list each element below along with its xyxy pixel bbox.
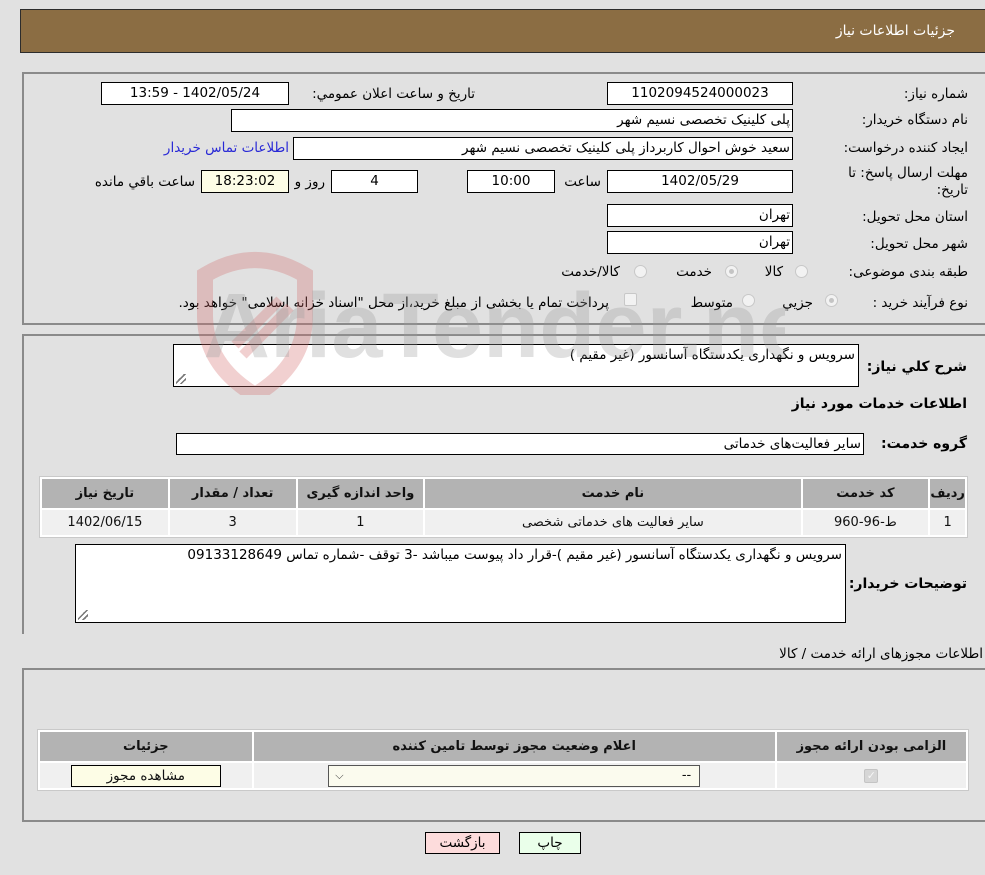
cell-service-code: ط-96-960	[802, 510, 929, 535]
col-service-code: کد خدمت	[802, 479, 929, 508]
table-row: ✓ -- ⌵ مشاهده مجوز	[40, 763, 966, 788]
permits-table: الزامی بودن ارائه مجوز اعلام وضعیت مجوز …	[37, 729, 969, 791]
permit-status-select[interactable]: -- ⌵	[328, 764, 701, 787]
cell-service-name: سایر فعالیت های خدماتی شخصی	[425, 510, 801, 535]
province-label: استان محل تحویل:	[862, 209, 968, 225]
col-permit-status: اعلام وضعیت مجوز توسط تامین کننده	[253, 732, 775, 761]
buyer-notes-label: توضیحات خریدار:	[848, 576, 967, 592]
services-table-header: ردیف کد خدمت نام خدمت واحد اندازه گیری ت…	[42, 479, 965, 508]
category-radio-service[interactable]	[725, 265, 738, 278]
description-textarea[interactable]: سرویس و نگهداری یکدستگاه آسانسور (غیر مق…	[173, 344, 859, 387]
purchase-type-label: نوع فرآیند خرید :	[872, 295, 968, 311]
days-label: روز و	[294, 174, 325, 190]
city-label: شهر محل تحویل:	[870, 236, 968, 252]
col-quantity: تعداد / مقدار	[169, 479, 296, 508]
requester-label: ایجاد کننده درخواست:	[843, 140, 968, 156]
cell-permit-details: مشاهده مجوز	[40, 763, 252, 788]
deadline-label: مهلت ارسال پاسخ: تا تاریخ:	[848, 165, 968, 198]
cell-permit-required: ✓	[776, 763, 966, 788]
buyer-org-label: نام دستگاه خریدار:	[861, 112, 968, 128]
purchase-option-minor: جزيي	[782, 295, 813, 311]
cell-need-date: 1402/06/15	[42, 510, 168, 535]
service-group-field: سایر فعالیت‌های خدماتی	[176, 433, 864, 455]
days-remaining-field: 4	[331, 170, 418, 193]
category-option-service: خدمت	[676, 264, 712, 280]
category-label: طبقه بندی موضوعی:	[848, 264, 968, 280]
remaining-time-label: ساعت باقي مانده	[94, 174, 195, 190]
deadline-date-field: 1402/05/29	[607, 170, 793, 193]
permit-status-value: --	[681, 767, 692, 783]
col-service-name: نام خدمت	[425, 479, 801, 508]
category-radio-goods[interactable]	[795, 265, 808, 278]
purchase-radio-medium[interactable]	[742, 294, 755, 307]
treasury-checkbox[interactable]	[624, 293, 637, 306]
chevron-down-icon: ⌵	[335, 768, 344, 782]
view-permit-button[interactable]: مشاهده مجوز	[70, 764, 221, 787]
permit-required-checkbox[interactable]: ✓	[864, 769, 879, 783]
announce-datetime-field: 1402/05/24 - 13:59	[101, 82, 289, 105]
category-option-goods-service: کالا/خدمت	[561, 264, 620, 280]
province-field: تهران	[607, 204, 793, 227]
services-heading: اطلاعات خدمات مورد نیاز	[791, 396, 967, 412]
purchase-radio-minor[interactable]	[825, 294, 838, 307]
description-label: شرح کلي نیاز:	[866, 359, 967, 375]
cell-unit: 1	[297, 510, 424, 535]
resize-grip-icon[interactable]	[176, 374, 186, 384]
cell-row-number: 1	[930, 510, 965, 535]
treasury-note: پرداخت تمام یا بخشی از مبلغ خرید،از محل …	[178, 295, 609, 311]
back-button[interactable]: بازگشت	[425, 832, 500, 854]
deadline-time-field: 10:00	[467, 170, 555, 193]
permits-heading: اطلاعات مجوزهای ارائه خدمت / کالا	[779, 646, 983, 662]
col-permit-details: جزئیات	[40, 732, 252, 761]
cell-quantity: 3	[169, 510, 296, 535]
resize-grip-icon[interactable]	[78, 610, 88, 620]
buyer-notes-text: سرویس و نگهداری یکدستگاه آسانسور (غیر مق…	[187, 547, 842, 563]
page-title: جزئیات اطلاعات نیاز	[835, 23, 955, 39]
remaining-time-field: 18:23:02	[201, 170, 289, 193]
services-table: ردیف کد خدمت نام خدمت واحد اندازه گیری ت…	[39, 476, 968, 538]
col-need-date: تاریخ نیاز	[42, 479, 168, 508]
city-field: تهران	[607, 231, 793, 254]
category-option-goods: کالا	[764, 264, 783, 280]
permits-table-header: الزامی بودن ارائه مجوز اعلام وضعیت مجوز …	[40, 732, 966, 761]
cell-permit-status: -- ⌵	[253, 763, 775, 788]
buyer-notes-textarea[interactable]: سرویس و نگهداری یکدستگاه آسانسور (غیر مق…	[75, 544, 846, 623]
page-header: جزئیات اطلاعات نیاز	[20, 9, 985, 53]
need-number-field: 1102094524000023	[607, 82, 793, 105]
requester-field: سعید خوش احوال کاربرداز پلی کلینیک تخصصی…	[293, 137, 793, 160]
purchase-option-medium: متوسط	[690, 295, 733, 311]
table-row: 1 ط-96-960 سایر فعالیت های خدماتی شخصی 1…	[42, 510, 965, 535]
buyer-org-field: پلی کلینیک تخصصی نسیم شهر	[231, 109, 793, 132]
service-group-label: گروه خدمت:	[881, 436, 967, 452]
category-radio-goods-service[interactable]	[634, 265, 647, 278]
need-number-label: شماره نیاز:	[903, 86, 968, 102]
print-button[interactable]: چاپ	[519, 832, 581, 854]
buyer-contact-link[interactable]: اطلاعات تماس خریدار	[164, 140, 289, 156]
col-permit-required: الزامی بودن ارائه مجوز	[776, 732, 966, 761]
description-text: سرویس و نگهداری یکدستگاه آسانسور (غیر مق…	[569, 347, 855, 363]
col-unit: واحد اندازه گیری	[297, 479, 424, 508]
announce-label: تاريخ و ساعت اعلان عمومي:	[312, 86, 475, 102]
col-row-number: ردیف	[930, 479, 965, 508]
deadline-time-label: ساعت	[564, 174, 601, 190]
